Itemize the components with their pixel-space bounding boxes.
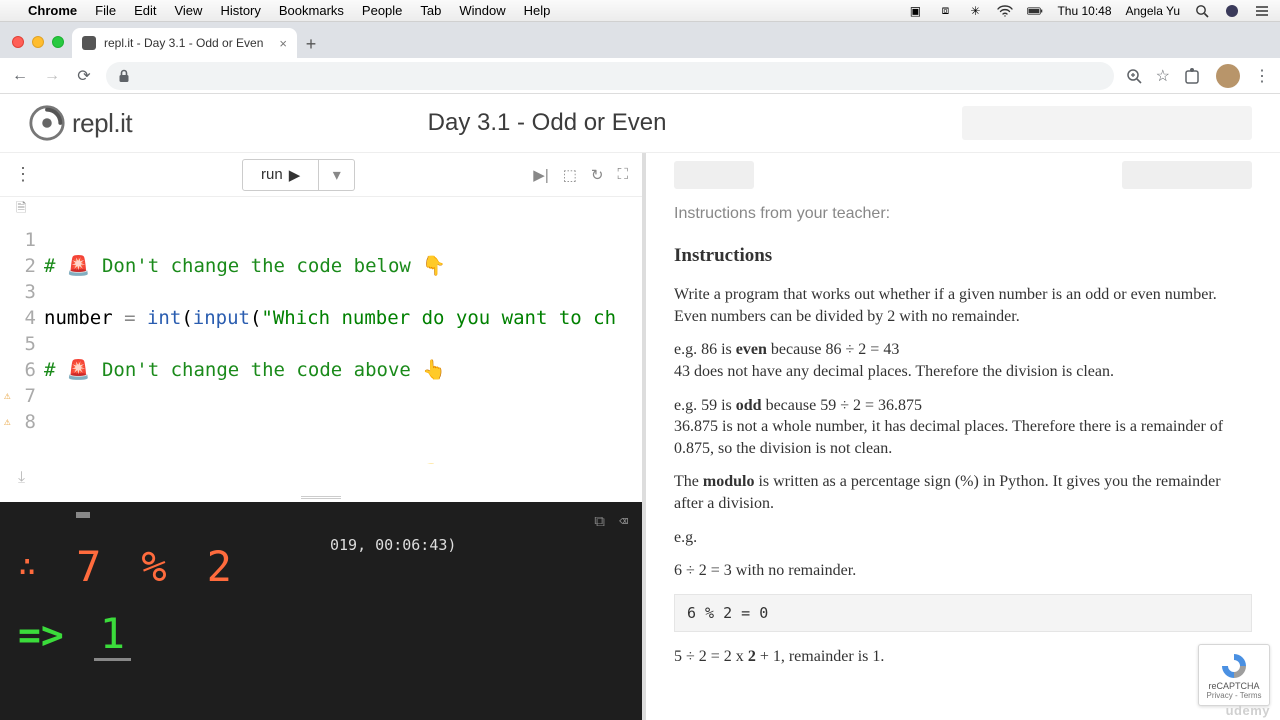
maximize-window[interactable] (52, 36, 64, 48)
instr-p6: 36.875 is not a whole number, it has dec… (674, 418, 1223, 457)
workspace: ⋮ run ▶ ▾ ▶| ⬚ ↻ ⛶ 🗎 (0, 152, 1280, 720)
menu-window[interactable]: Window (459, 3, 505, 18)
editor-pane: ⋮ run ▶ ▾ ▶| ⬚ ↻ ⛶ 🗎 (0, 153, 646, 720)
window-controls (8, 36, 72, 58)
page-content: repl.it Day 3.1 - Odd or Even ⋮ run ▶ ▾ … (0, 94, 1280, 720)
siri-icon[interactable] (1224, 3, 1240, 19)
menu-bookmarks[interactable]: Bookmarks (279, 3, 344, 18)
app-name[interactable]: Chrome (28, 3, 77, 18)
recaptcha-terms[interactable]: Privacy - Terms (1207, 691, 1262, 700)
horizontal-splitter[interactable] (0, 492, 642, 502)
editor-toolbar: ⋮ run ▶ ▾ ▶| ⬚ ↻ ⛶ (0, 153, 642, 197)
dropbox-icon[interactable]: ⧈ (937, 3, 953, 19)
chrome-menu-icon[interactable]: ⋮ (1254, 66, 1270, 86)
udemy-watermark: udemy (1226, 703, 1270, 718)
console-clear-icon[interactable]: ⌫ (619, 512, 628, 530)
notification-center-icon[interactable] (1254, 3, 1270, 19)
recaptcha-label: reCAPTCHA (1208, 681, 1259, 691)
console-meta: 019, 00:06:43) (330, 536, 456, 554)
console-popout-icon[interactable]: ⧉ (594, 512, 605, 530)
instr-eg: e.g. (674, 527, 1252, 549)
repl-brand-text: repl.it (72, 108, 132, 139)
reload-button[interactable]: ⟳ (74, 66, 94, 86)
instructions-pane: Instructions from your teacher: Instruct… (646, 153, 1280, 720)
instructions-heading: Instructions (674, 243, 1252, 269)
download-icon[interactable]: ⤓ (18, 469, 25, 487)
recaptcha-icon (1219, 651, 1249, 681)
console-operator: % (141, 542, 176, 591)
console-operand-a: 7 (76, 542, 111, 591)
user-name[interactable]: Angela Yu (1126, 4, 1181, 18)
expand-icon[interactable]: ⛶ (617, 166, 628, 184)
lock-icon (118, 69, 130, 83)
chrome-tabstrip: repl.it - Day 3.1 - Odd or Even × + (0, 22, 1280, 58)
teacher-line: Instructions from your teacher: (674, 203, 1252, 225)
spotlight-icon[interactable] (1194, 3, 1210, 19)
instr-p2: Even numbers can be divided by 2 with no… (674, 308, 1020, 325)
tab-title: repl.it - Day 3.1 - Odd or Even (104, 36, 263, 50)
code-editor[interactable]: 1234 5678 # 🚨 Don't change the code belo… (0, 223, 642, 464)
back-button[interactable]: ← (10, 67, 30, 85)
download-row: ⤓ (0, 464, 642, 492)
repl-logo[interactable]: repl.it (28, 104, 132, 142)
sync-icon[interactable]: ✳ (967, 3, 983, 19)
console-prompt-icon: ∴ (18, 549, 46, 584)
console-result: 1 (94, 609, 131, 661)
instr-p1: Write a program that works out whether i… (674, 286, 1217, 303)
file-bar: 🗎 (0, 197, 642, 223)
wifi-icon[interactable] (997, 3, 1013, 19)
console-operand-b: 2 (207, 542, 242, 591)
bookmark-star-icon[interactable]: ☆ (1156, 66, 1170, 86)
new-tab-button[interactable]: + (297, 30, 325, 58)
package-icon[interactable]: ⬚ (563, 166, 577, 184)
line-gutter: 1234 5678 (0, 223, 44, 464)
browser-tab[interactable]: repl.it - Day 3.1 - Odd or Even × (72, 28, 297, 58)
run-button[interactable]: run ▶ (242, 159, 319, 191)
menu-help[interactable]: Help (524, 3, 551, 18)
forward-button[interactable]: → (42, 67, 62, 85)
toolbar-pill-1[interactable] (674, 161, 754, 189)
code-lines[interactable]: # 🚨 Don't change the code below 👇 number… (44, 223, 642, 464)
run-dropdown[interactable]: ▾ (319, 159, 355, 191)
file-icon[interactable]: 🗎 (16, 199, 26, 221)
chrome-toolbar: ← → ⟳ ☆ ⋮ (0, 58, 1280, 94)
instructions-content[interactable]: Instructions from your teacher: Instruct… (646, 197, 1280, 720)
close-window[interactable] (12, 36, 24, 48)
code-example-1: 6 % 2 = 0 (674, 594, 1252, 632)
tab-close-icon[interactable]: × (279, 36, 287, 51)
profile-avatar[interactable] (1216, 64, 1240, 88)
menu-file[interactable]: File (95, 3, 116, 18)
recaptcha-badge[interactable]: reCAPTCHA Privacy - Terms (1198, 644, 1270, 706)
play-icon: ▶ (289, 166, 301, 184)
address-bar[interactable] (106, 62, 1114, 90)
menu-view[interactable]: View (174, 3, 202, 18)
minimize-window[interactable] (32, 36, 44, 48)
menu-history[interactable]: History (220, 3, 260, 18)
zoom-icon[interactable] (1126, 68, 1142, 84)
macos-menubar: Chrome File Edit View History Bookmarks … (0, 0, 1280, 22)
instructions-toolbar (646, 153, 1280, 197)
reset-icon[interactable]: ↻ (591, 166, 604, 184)
battery-icon[interactable] (1027, 3, 1043, 19)
repl-logo-icon (28, 104, 66, 142)
instr-p9: 6 ÷ 2 = 3 with no remainder. (674, 560, 1252, 582)
extension-icon[interactable] (1184, 67, 1202, 85)
repl-header: repl.it Day 3.1 - Odd or Even (0, 94, 1280, 152)
clock[interactable]: Thu 10:48 (1057, 4, 1111, 18)
header-right-box (962, 106, 1252, 140)
page-title: Day 3.1 - Odd or Even (132, 109, 962, 137)
console-pane[interactable]: ⧉ ⌫ 019, 00:06:43) ∴ 7 % 2 => 1 (0, 502, 642, 720)
toolbar-pill-2[interactable] (1122, 161, 1252, 189)
menu-edit[interactable]: Edit (134, 3, 156, 18)
run-label: run (261, 166, 283, 183)
instr-p4: 43 does not have any decimal places. The… (674, 363, 1114, 380)
tab-favicon (82, 36, 96, 50)
menu-people[interactable]: People (362, 3, 402, 18)
editor-menu-icon[interactable]: ⋮ (14, 164, 32, 185)
console-arrow-icon: => (18, 613, 64, 657)
step-icon[interactable]: ▶| (533, 166, 548, 184)
screenrec-icon[interactable]: ▣ (907, 3, 923, 19)
menu-tab[interactable]: Tab (420, 3, 441, 18)
